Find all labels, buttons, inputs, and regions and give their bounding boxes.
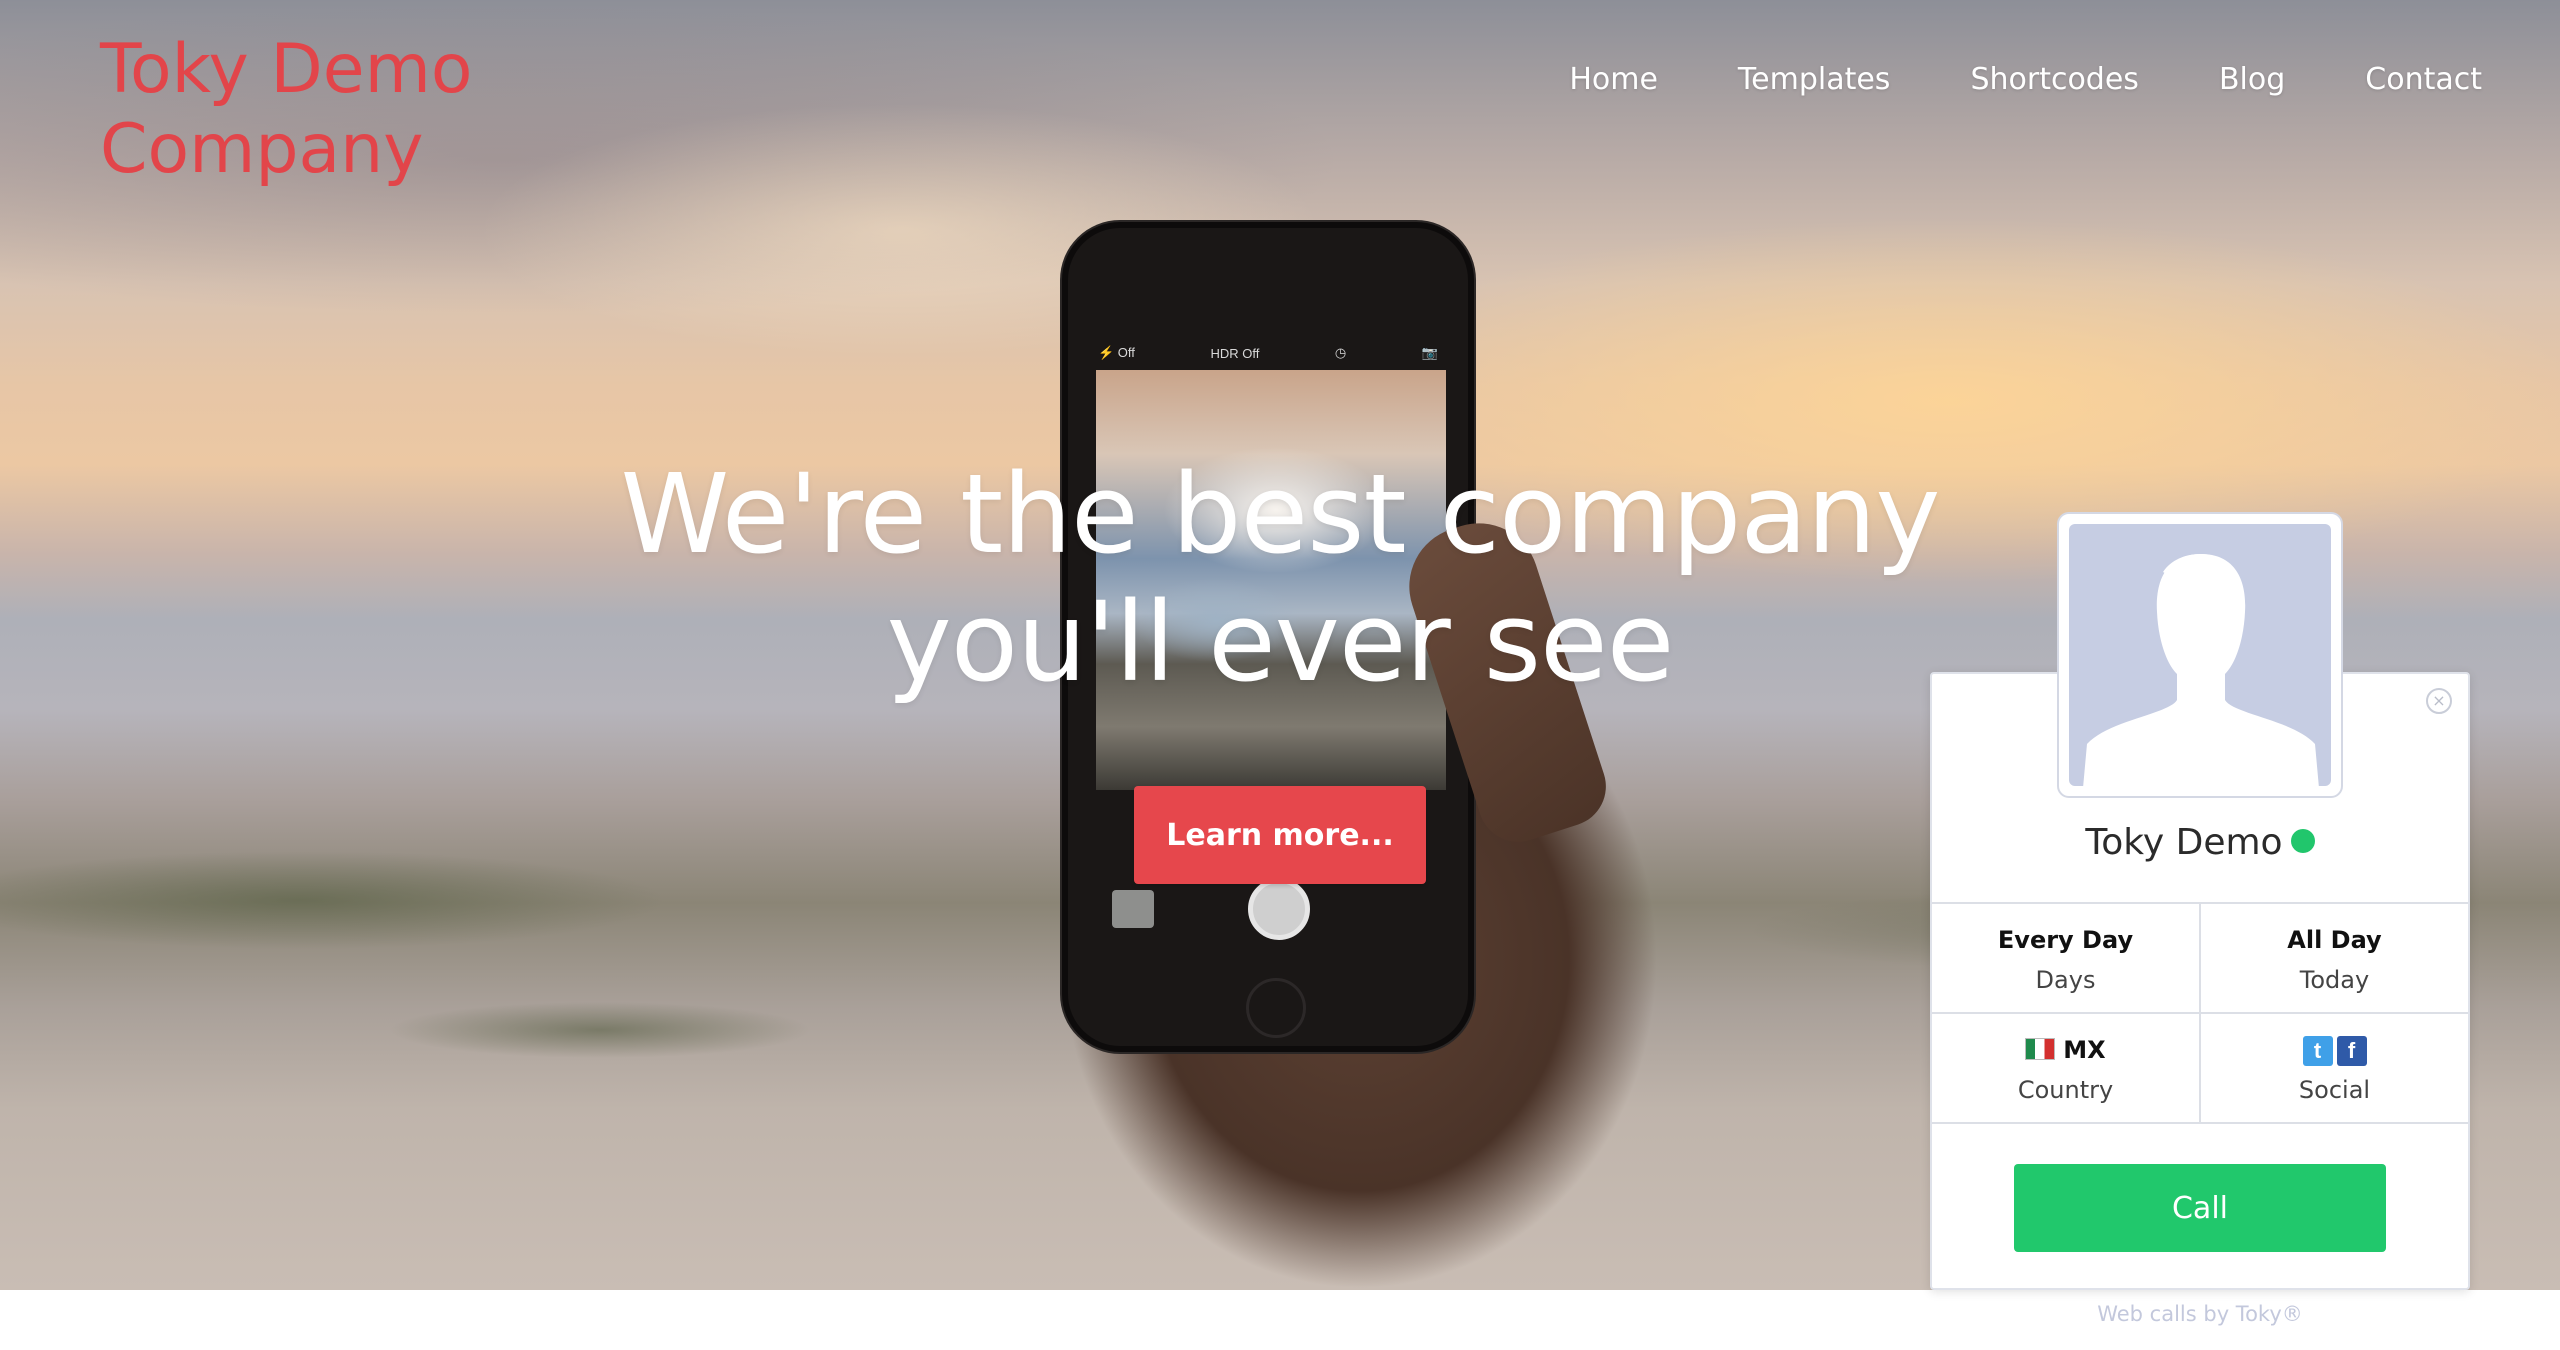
twitter-icon[interactable]: t (2302, 1036, 2333, 1066)
agent-avatar (2057, 512, 2343, 798)
today-cell: All Day Today (2199, 904, 2468, 1012)
social-icons: tf (2201, 1036, 2468, 1070)
agent-info-grid: Every Day Days All Day Today MX Country … (1932, 902, 2468, 1124)
nav-templates[interactable]: Templates (1738, 62, 1891, 97)
country-value: MX (1932, 1036, 2199, 1070)
learn-more-button[interactable]: Learn more... (1134, 786, 1426, 884)
avatar-placeholder-icon (2069, 524, 2331, 786)
close-icon[interactable]: × (2426, 688, 2452, 714)
country-cell: MX Country (1932, 1014, 2199, 1122)
camera-switch-icon: 📷 (1421, 345, 1438, 360)
online-status-icon (2290, 829, 2315, 853)
hdr-status: HDR Off (1210, 345, 1260, 361)
mexico-flag-icon (2025, 1038, 2056, 1060)
person-silhouette-icon (2083, 554, 2319, 786)
nav-blog[interactable]: Blog (2219, 62, 2285, 97)
days-value: Every Day (1997, 926, 2134, 954)
call-button[interactable]: Call (2014, 1164, 2386, 1252)
agent-name-text: Toky Demo (2085, 822, 2283, 863)
phone-status-bar: ⚡ Off HDR Off ◷ 📷 (1098, 338, 1438, 368)
agent-name: Toky Demo (1932, 822, 2468, 863)
nav-home[interactable]: Home (1569, 62, 1658, 97)
nav-contact[interactable]: Contact (2365, 62, 2482, 97)
phone-gallery-thumb (1112, 890, 1154, 928)
days-label: Days (2035, 966, 2096, 994)
social-cell: tf Social (2199, 1014, 2468, 1122)
nav-shortcodes[interactable]: Shortcodes (1970, 62, 2139, 97)
powered-by-link[interactable]: Web calls by Toky® (1930, 1302, 2470, 1326)
today-value: All Day (2287, 926, 2382, 954)
home-button-icon (1246, 978, 1306, 1038)
site-logo[interactable]: Toky Demo Company (100, 30, 520, 190)
flash-status: ⚡ Off (1098, 345, 1135, 360)
info-row: MX Country tf Social (1932, 1014, 2468, 1124)
country-code: MX (2063, 1036, 2106, 1064)
facebook-icon[interactable]: f (2336, 1036, 2367, 1066)
today-label: Today (2299, 966, 2370, 994)
social-label: Social (2298, 1076, 2371, 1104)
timer-icon: ◷ (1334, 345, 1347, 360)
shutter-icon (1248, 878, 1310, 940)
info-row: Every Day Days All Day Today (1932, 904, 2468, 1014)
days-cell: Every Day Days (1932, 904, 2199, 1012)
main-nav: Home Templates Shortcodes Blog Contact (1489, 62, 2482, 97)
country-label: Country (2017, 1076, 2114, 1104)
hero-title: We're the best company you'll ever see (620, 450, 1940, 706)
